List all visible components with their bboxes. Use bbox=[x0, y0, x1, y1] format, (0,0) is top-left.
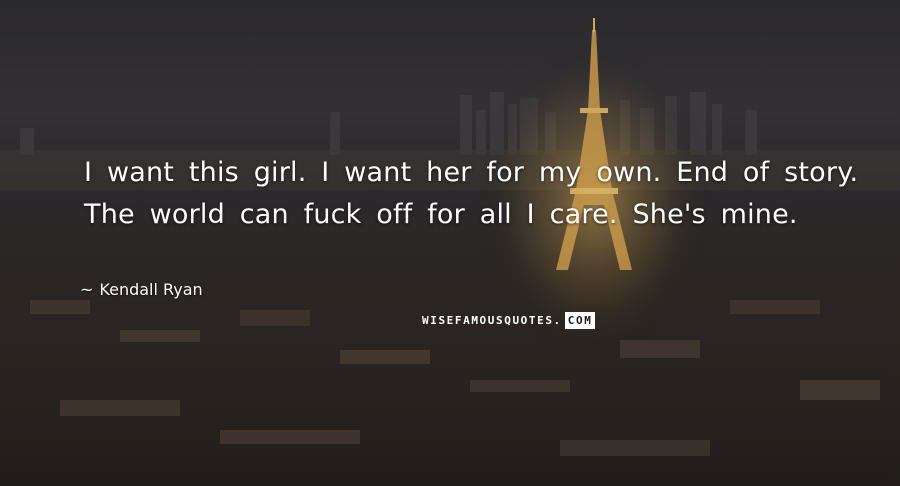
author-tilde: ~ bbox=[80, 280, 94, 299]
watermark-main: WISEFAMOUSQUOTES. bbox=[422, 314, 562, 327]
quote-text: I want this girl. I want her for my own.… bbox=[84, 157, 859, 230]
paris-skyline-background bbox=[0, 18, 900, 486]
quote-image: I want this girl. I want her for my own.… bbox=[0, 0, 900, 486]
author-name: Kendall Ryan bbox=[99, 280, 203, 299]
quote-author: ~ Kendall Ryan bbox=[80, 280, 203, 299]
site-watermark: WISEFAMOUSQUOTES. COM bbox=[420, 312, 596, 329]
watermark-suffix: COM bbox=[564, 312, 596, 329]
quote-block: I want this girl. I want her for my own.… bbox=[84, 152, 884, 236]
